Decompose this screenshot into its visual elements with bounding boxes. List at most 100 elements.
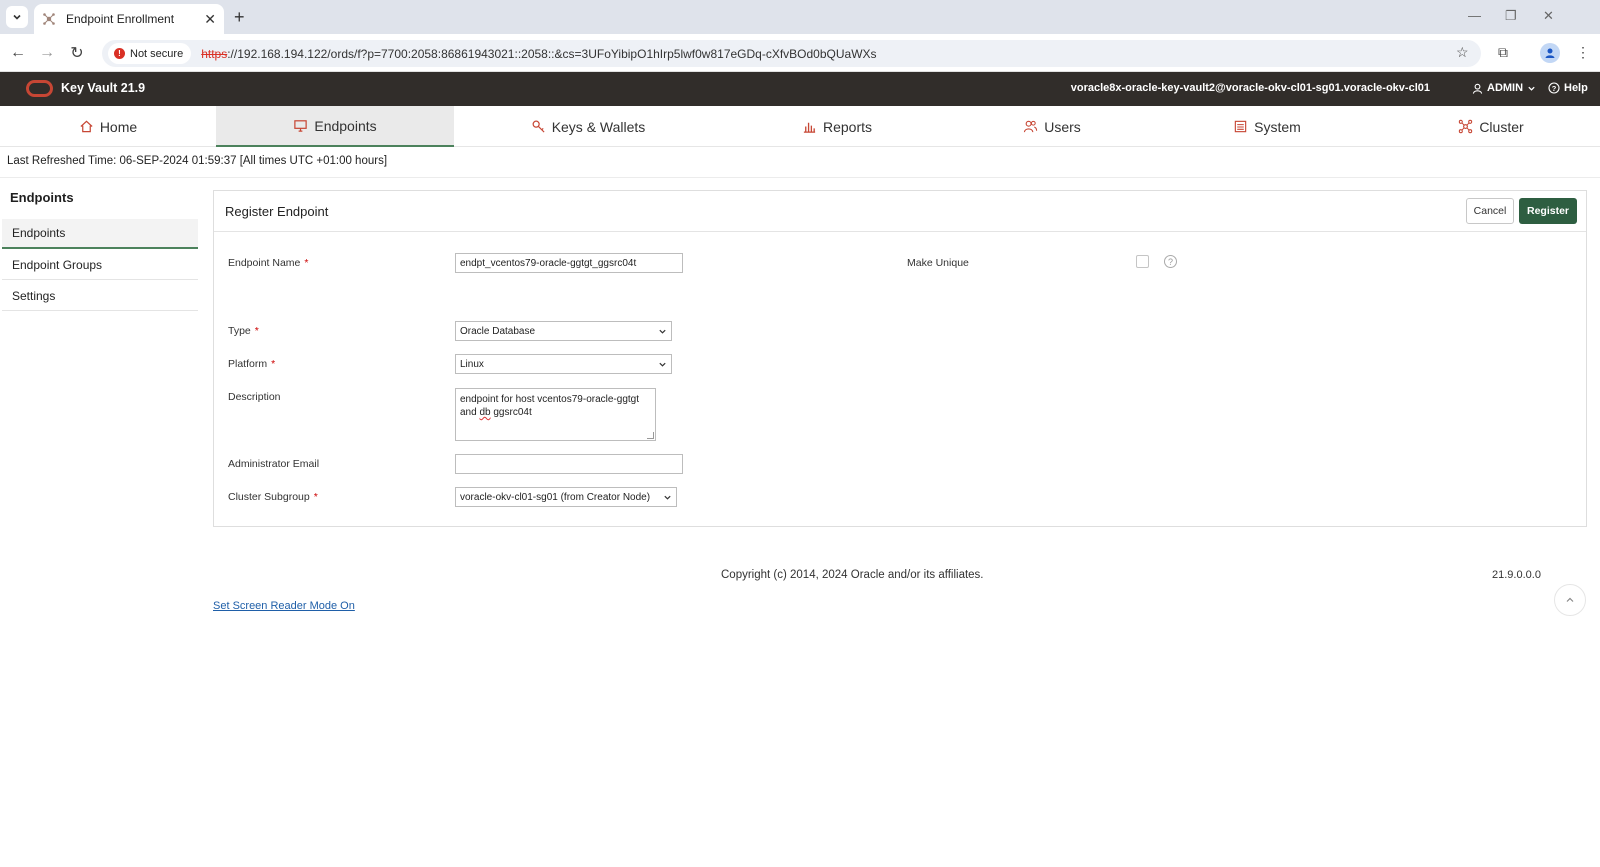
endpoint-name-label-text: Endpoint Name <box>228 257 301 269</box>
security-label: Not secure <box>130 47 184 60</box>
system-list-icon <box>1234 120 1247 133</box>
make-unique-checkbox[interactable] <box>1136 255 1149 268</box>
user-icon <box>1472 83 1483 94</box>
required-marker: * <box>313 491 318 503</box>
last-refreshed-time: Last Refreshed Time: 06-SEP-2024 01:59:3… <box>7 155 388 167</box>
profile-avatar[interactable] <box>1540 43 1560 63</box>
help-circle-icon: ? <box>1548 82 1560 94</box>
tab-endpoints-label: Endpoints <box>314 117 377 134</box>
browser-tab[interactable]: Endpoint Enrollment ✕ <box>34 4 224 34</box>
user-menu[interactable]: ADMIN <box>1472 82 1536 94</box>
bookmark-star-icon[interactable]: ☆ <box>1456 44 1469 61</box>
scroll-to-top-button[interactable] <box>1554 584 1586 616</box>
back-icon[interactable]: ← <box>7 42 29 64</box>
register-button[interactable]: Register <box>1519 198 1577 224</box>
user-menu-label: ADMIN <box>1487 82 1524 94</box>
main-navigation: Home Endpoints Keys & Wallets Reports Us… <box>0 106 1600 147</box>
tab-cluster-label: Cluster <box>1479 118 1524 135</box>
app-header: Key Vault 21.9 voracle8x-oracle-key-vaul… <box>0 72 1600 106</box>
sidebar-item-settings[interactable]: Settings <box>2 281 198 311</box>
tab-search-button[interactable] <box>6 6 28 28</box>
key-icon <box>532 120 545 133</box>
resize-handle[interactable] <box>647 432 654 439</box>
admin-email-field[interactable] <box>455 454 683 474</box>
chevron-down-icon <box>13 14 21 20</box>
oracle-logo-icon <box>26 80 53 97</box>
tab-home-label: Home <box>99 118 138 135</box>
region-header: Register Endpoint Cancel Register <box>214 191 1586 232</box>
platform-select[interactable]: Linux <box>455 354 672 374</box>
url-scheme: https <box>201 46 228 61</box>
platform-select-value: Linux <box>460 358 484 370</box>
security-chip[interactable]: ! Not secure <box>108 43 192 64</box>
address-bar[interactable]: ! Not secure https://192.168.194.122/ord… <box>102 40 1481 67</box>
person-icon <box>1545 48 1555 58</box>
tab-keys-wallets[interactable]: Keys & Wallets <box>454 106 722 147</box>
sidebar-item-endpoint-groups[interactable]: Endpoint Groups <box>2 250 198 280</box>
chevron-down-icon <box>664 495 671 500</box>
sidebar-item-label: Settings <box>12 288 56 303</box>
cluster-favicon-icon <box>43 13 55 25</box>
sidebar-item-label: Endpoint Groups <box>12 257 103 272</box>
help-icon[interactable]: ? <box>1164 255 1177 268</box>
reload-icon[interactable]: ↻ <box>66 42 88 64</box>
platform-label: Platform * <box>228 358 275 370</box>
svg-text:?: ? <box>1552 84 1557 93</box>
home-icon <box>80 120 93 133</box>
cluster-subgroup-label-text: Cluster Subgroup <box>228 491 310 503</box>
warning-icon: ! <box>114 48 125 59</box>
extensions-icon[interactable]: ⧉ <box>1498 44 1508 61</box>
description-label: Description <box>228 391 281 403</box>
type-select[interactable]: Oracle Database <box>455 321 672 341</box>
bar-chart-icon <box>803 122 816 133</box>
cluster-subgroup-value: voracle-okv-cl01-sg01 (from Creator Node… <box>460 491 651 503</box>
make-unique-label: Make Unique <box>907 257 969 269</box>
register-endpoint-region: Register Endpoint Cancel Register Endpoi… <box>213 190 1587 527</box>
browser-toolbar: ← → ↻ ! Not secure https://192.168.194.1… <box>0 34 1600 72</box>
description-textarea[interactable]: endpoint for host vcentos79-oracle-ggtgt… <box>455 388 656 441</box>
admin-email-label: Administrator Email <box>228 458 320 470</box>
chevron-down-icon <box>1528 86 1535 91</box>
platform-label-text: Platform <box>228 358 268 370</box>
tab-cluster[interactable]: Cluster <box>1382 106 1600 147</box>
help-link[interactable]: ? Help <box>1548 82 1588 94</box>
copyright-text: Copyright (c) 2014, 2024 Oracle and/or i… <box>721 569 984 581</box>
tab-home[interactable]: Home <box>0 106 216 147</box>
restore-icon[interactable]: ❐ <box>1505 8 1517 24</box>
endpoint-name-field[interactable]: endpt_vcentos79-oracle-ggtgt_ggsrc04t <box>455 253 683 273</box>
tab-endpoints[interactable]: Endpoints <box>216 106 454 147</box>
forward-icon[interactable]: → <box>36 42 58 64</box>
chevron-down-icon <box>659 329 666 334</box>
sidebar-item-label: Endpoints <box>12 226 66 240</box>
tab-users-label: Users <box>1044 118 1081 135</box>
browser-tab-bar: Endpoint Enrollment ✕ + — ❐ ✕ <box>0 0 1600 34</box>
monitor-icon <box>294 120 308 132</box>
required-marker: * <box>271 358 276 370</box>
url-rest: ://192.168.194.122/ords/f?p=7700:2058:86… <box>227 46 877 61</box>
minimize-icon[interactable]: — <box>1468 8 1481 23</box>
tab-close-icon[interactable]: ✕ <box>204 11 216 28</box>
tab-users[interactable]: Users <box>952 106 1152 147</box>
cluster-subgroup-select[interactable]: voracle-okv-cl01-sg01 (from Creator Node… <box>455 487 677 507</box>
spellcheck-word: db <box>479 407 491 418</box>
tab-system[interactable]: System <box>1152 106 1382 147</box>
browser-menu-icon[interactable]: ⋮ <box>1576 44 1590 61</box>
close-window-icon[interactable]: ✕ <box>1543 8 1554 24</box>
cluster-icon <box>1459 119 1473 134</box>
description-line-1: endpoint for host vcentos79-oracle-ggtgt <box>460 394 639 405</box>
server-hostname: voracle8x-oracle-key-vault2@voracle-okv-… <box>1070 82 1430 94</box>
sidebar-heading: Endpoints <box>10 190 74 205</box>
description-text-a: and <box>460 407 480 418</box>
new-tab-button[interactable]: + <box>234 7 245 28</box>
sidebar-item-endpoints[interactable]: Endpoints <box>2 219 198 249</box>
version-text: 21.9.0.0.0 <box>1492 569 1541 581</box>
users-icon <box>1024 120 1038 133</box>
tab-reports-label: Reports <box>822 118 873 135</box>
description-text-c: ggsrc04t <box>490 407 532 418</box>
url-text[interactable]: https://192.168.194.122/ords/f?p=7700:20… <box>201 47 876 61</box>
screen-reader-mode-link[interactable]: Set Screen Reader Mode On <box>213 600 355 612</box>
tab-reports[interactable]: Reports <box>722 106 952 147</box>
app-title: Key Vault 21.9 <box>61 81 146 95</box>
cancel-button[interactable]: Cancel <box>1466 198 1514 224</box>
endpoint-name-label: Endpoint Name * <box>228 257 308 269</box>
